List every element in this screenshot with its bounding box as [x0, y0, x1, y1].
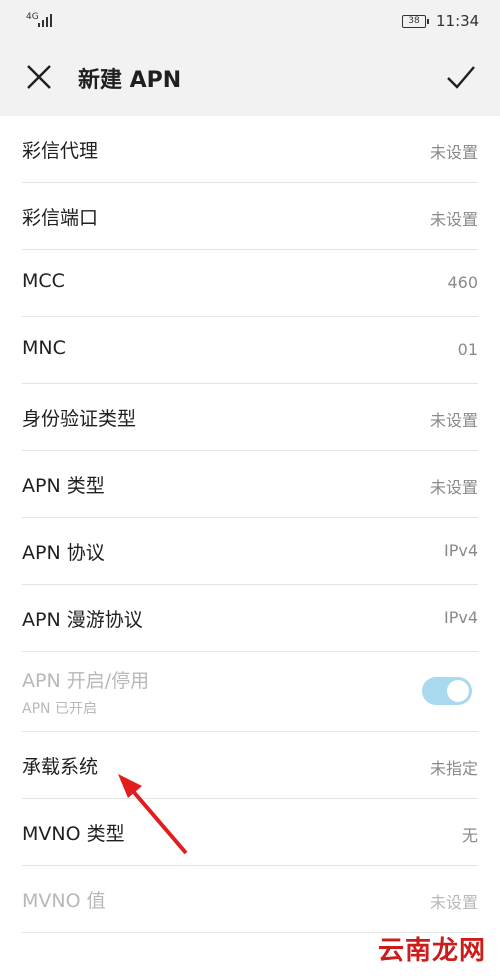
setting-row-mvno-value: MVNO 值 未设置: [22, 866, 478, 933]
setting-row-bearer[interactable]: 承载系统 未指定: [22, 732, 478, 799]
setting-label: APN 漫游协议: [22, 609, 143, 631]
setting-value: 未设置: [429, 478, 478, 497]
setting-label: 承载系统: [22, 756, 99, 778]
setting-row-mms-port[interactable]: 彩信端口 未设置: [22, 183, 478, 250]
setting-value: 未设置: [429, 210, 478, 229]
check-icon[interactable]: [444, 60, 478, 94]
clock: 11:34: [436, 12, 480, 30]
status-bar: 4G 38 11:34: [0, 0, 500, 42]
setting-label: MVNO 类型: [22, 823, 125, 845]
apn-enable-toggle[interactable]: [422, 677, 472, 705]
toolbar: 新建 APN: [0, 42, 500, 116]
setting-row-apn-protocol[interactable]: APN 协议 IPv4: [22, 518, 478, 585]
setting-label: APN 协议: [22, 542, 105, 564]
setting-label: APN 开启/停用: [22, 670, 150, 692]
setting-row-mms-proxy[interactable]: 彩信代理 未设置: [22, 116, 478, 183]
watermark-logo: 云南龙网: [377, 936, 486, 966]
setting-value: 01: [457, 340, 478, 359]
setting-row-mnc[interactable]: MNC 01: [22, 317, 478, 384]
apn-settings-list: 彩信代理 未设置 彩信端口 未设置 MCC 460 MNC 01 身份验证类型 …: [0, 116, 500, 933]
setting-value: 460: [447, 273, 478, 292]
page-title: 新建 APN: [78, 68, 182, 93]
toggle-knob: [447, 680, 469, 702]
setting-label: 身份验证类型: [22, 408, 137, 430]
setting-value: 未设置: [429, 893, 478, 912]
setting-value: 未设置: [429, 411, 478, 430]
setting-label: APN 类型: [22, 475, 105, 497]
setting-row-apn-enable: APN 开启/停用 APN 已开启: [22, 652, 478, 732]
setting-value: 未指定: [429, 759, 478, 778]
setting-value: IPv4: [443, 541, 478, 560]
setting-sublabel: APN 已开启: [22, 701, 97, 717]
setting-row-mcc[interactable]: MCC 460: [22, 250, 478, 317]
setting-value: 未设置: [429, 143, 478, 162]
setting-value: 无: [461, 826, 478, 845]
setting-label: MNC: [22, 337, 66, 359]
battery-icon: 38: [402, 15, 429, 28]
setting-label: MVNO 值: [22, 890, 106, 912]
setting-value: IPv4: [443, 608, 478, 627]
setting-label: 彩信代理: [22, 140, 99, 162]
setting-row-mvno-type[interactable]: MVNO 类型 无: [22, 799, 478, 866]
signal-icon: [38, 13, 54, 27]
setting-row-apn-type[interactable]: APN 类型 未设置: [22, 451, 478, 518]
setting-row-apn-roaming-protocol[interactable]: APN 漫游协议 IPv4: [22, 585, 478, 652]
close-icon[interactable]: [24, 62, 54, 92]
network-type: 4G: [26, 12, 39, 22]
setting-label: 彩信端口: [22, 207, 99, 229]
setting-row-auth-type[interactable]: 身份验证类型 未设置: [22, 384, 478, 451]
setting-label: MCC: [22, 270, 65, 292]
